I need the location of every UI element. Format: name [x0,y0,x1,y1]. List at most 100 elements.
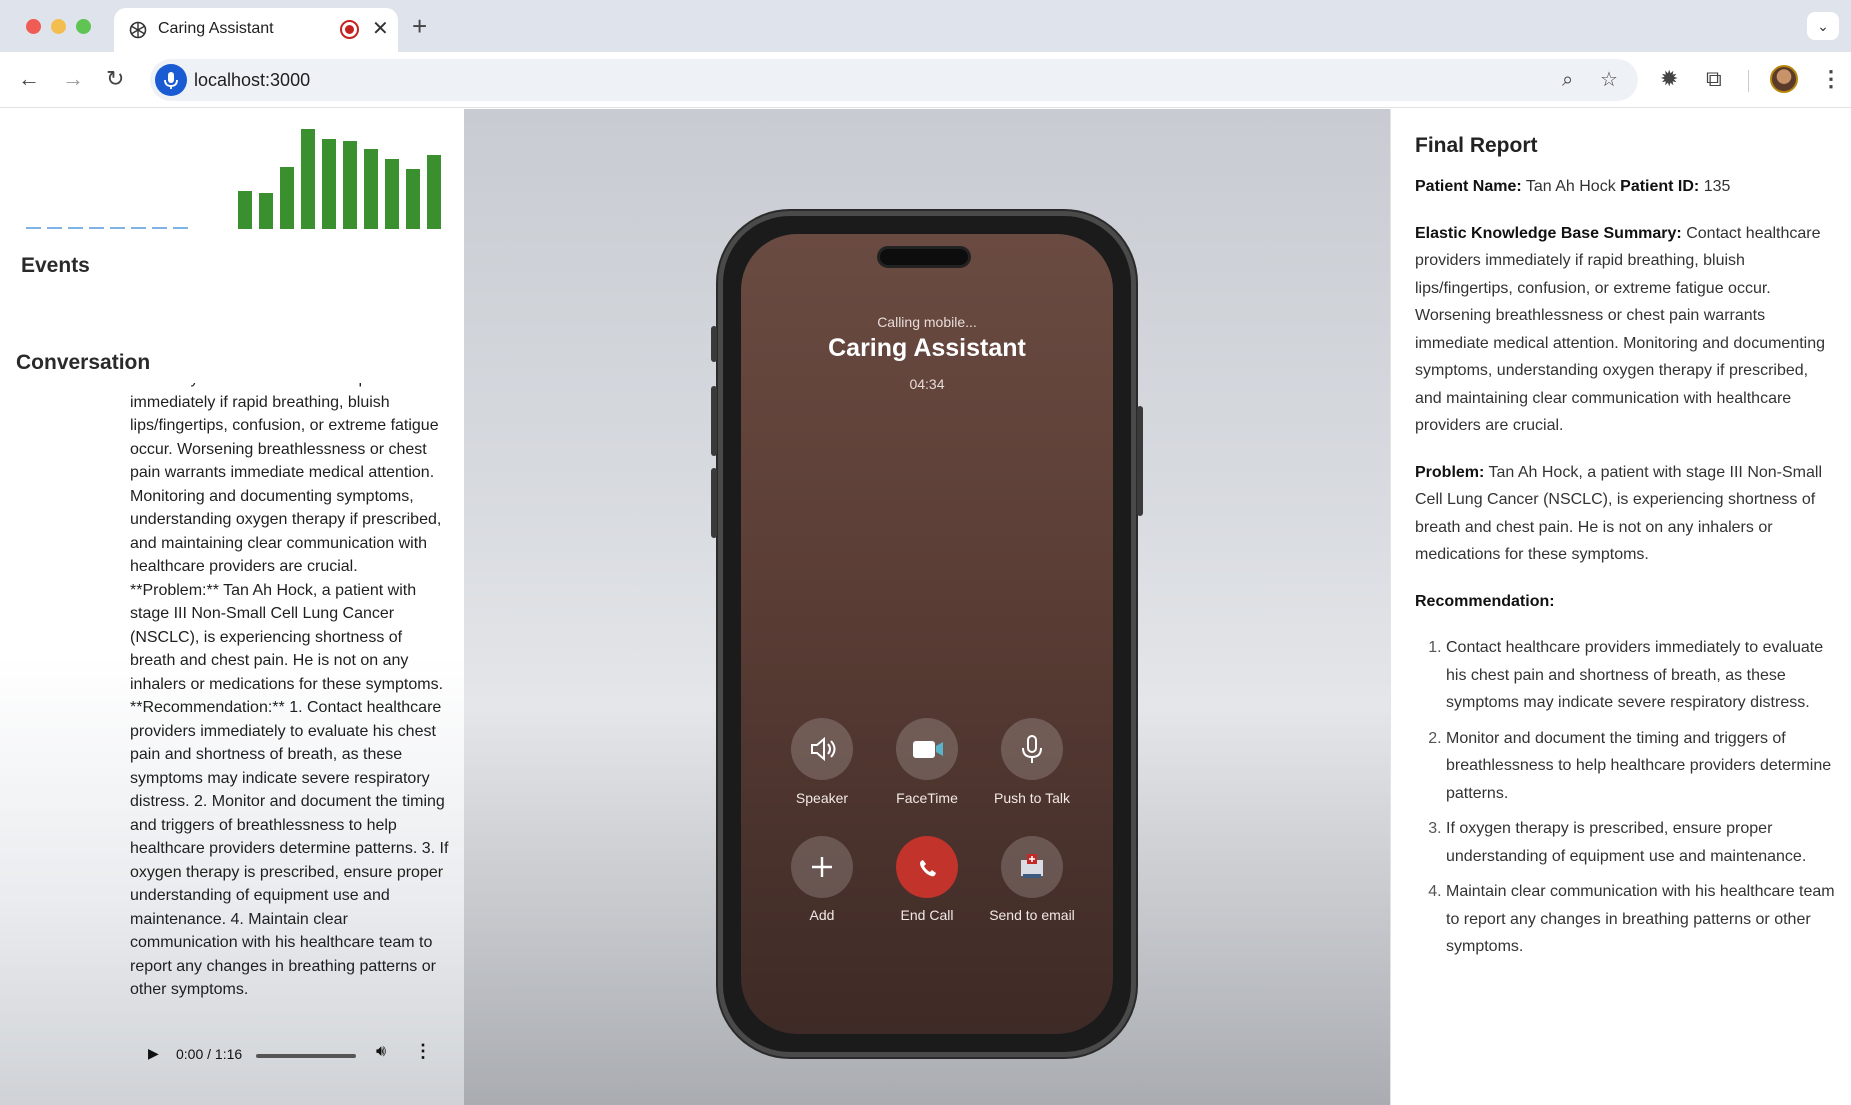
plus-icon [812,857,832,877]
recommendation-list: Contact healthcare providers immediately… [1415,634,1839,961]
phone-side-button [711,326,717,362]
toolbar-divider [1748,70,1749,92]
patient-id-label: Patient ID: [1620,178,1700,195]
recommendation-item: Contact healthcare providers immediately… [1446,634,1839,717]
visualizer-level-bar [343,141,357,229]
summary-section: Elastic Knowledge Base Summary: Contact … [1415,220,1839,440]
close-tab-icon[interactable]: ✕ [372,17,389,41]
visualizer-level-bar [322,139,336,229]
visualizer-idle-bar [89,227,104,229]
recommendation-section: Recommendation: [1415,588,1839,616]
phone-side-button [1137,406,1143,516]
site-info-button[interactable] [155,64,187,96]
tab-search-button[interactable]: ⌄ [1807,12,1839,40]
recommendation-item: Maintain clear communication with his he… [1446,878,1839,961]
facetime-label: FaceTime [896,790,958,806]
report-title: Final Report [1415,134,1538,157]
visualizer-idle-bar [110,227,125,229]
close-window-button[interactable] [26,19,41,34]
add-call-button[interactable] [791,836,853,898]
phone-side-button [711,386,717,456]
patient-id: 135 [1703,178,1731,195]
add-label: Add [809,907,835,923]
conversation-message: Summary:** Contact healthcare providers … [130,383,449,998]
caller-name: Caring Assistant [828,334,1026,362]
end-call-icon [920,860,936,877]
extension-gear-icon[interactable]: ✹ [1660,66,1678,92]
facetime-icon [913,741,943,758]
visualizer-idle-bar [26,227,41,229]
send-to-email-button[interactable] [1001,836,1063,898]
phone-side-button [711,468,717,538]
menu-dots-icon[interactable]: ⋮ [1820,66,1842,92]
final-report: Final Report Patient Name: Tan Ah Hock P… [1415,133,1839,969]
visualizer-level-bar [280,167,294,229]
forward-arrow-icon[interactable]: → [62,66,84,92]
push-to-talk-label: Push to Talk [993,790,1070,806]
patient-name: Tan Ah Hock [1525,178,1616,195]
visualizer-level-bar [364,149,378,229]
visualizer-level-bar [238,191,252,229]
recommendation-item: Monitor and document the timing and trig… [1446,725,1839,808]
speaker-label: Speaker [795,790,849,806]
recommendation-item: If oxygen therapy is prescribed, ensure … [1446,815,1839,870]
visualizer-level-bar [406,169,420,229]
conversation-log[interactable]: Summary:** Contact healthcare providers … [130,383,450,1023]
more-options-icon[interactable]: ⋮ [414,1041,432,1062]
summary-label: Elastic Knowledge Base Summary: [1415,224,1682,242]
back-arrow-icon[interactable]: ← [18,66,40,92]
problem-section: Problem: Tan Ah Hock, a patient with sta… [1415,459,1839,569]
visualizer-idle-bar [131,227,146,229]
send-to-email-label: Send to email [989,907,1075,923]
phone-screen: Calling mobile... Caring Assistant 04:34… [741,234,1113,1034]
audio-time: 0:00 / 1:16 [176,1046,243,1062]
dynamic-island [877,246,971,268]
audio-visualizer [26,129,441,229]
microphone-icon [164,72,178,89]
new-tab-button[interactable]: + [412,12,427,40]
play-icon[interactable]: ▶ [148,1045,159,1062]
visualizer-idle-bar [68,227,83,229]
minimize-window-button[interactable] [51,19,66,34]
browser-toolbar: ← → ↻ localhost:3000 ⌕ ☆ ✹ ⧉ ⋮ [0,52,1851,108]
openai-logo-icon [129,21,147,39]
address-bar[interactable]: localhost:3000 ⌕ ☆ [150,59,1638,101]
push-to-talk-button[interactable] [1001,718,1063,780]
audio-player: ▶ 0:00 / 1:16 🔊︎ ⋮ [130,1027,440,1083]
left-panel: Events Conversation Summary:** Contact h… [0,109,464,1105]
maximize-window-button[interactable] [76,19,91,34]
profile-avatar[interactable] [1770,65,1798,93]
email-icon [1021,854,1043,878]
visualizer-level-bar [259,193,273,229]
phone-frame: Calling mobile... Caring Assistant 04:34… [711,211,1143,1057]
bookmark-star-icon[interactable]: ☆ [1600,69,1618,91]
call-status: Calling mobile... [877,314,977,330]
visualizer-level-bar [427,155,441,229]
audio-progress-slider[interactable] [256,1054,356,1058]
microphone-icon [1022,735,1042,763]
events-heading: Events [21,254,90,277]
browser-tab[interactable]: Caring Assistant ✕ [114,8,398,52]
speaker-button[interactable] [791,718,853,780]
visualizer-idle-bar [173,227,188,229]
visualizer-idle-bar [152,227,167,229]
call-stage: Calling mobile... Caring Assistant 04:34… [464,109,1390,1105]
recommendation-label: Recommendation: [1415,592,1555,610]
patient-name-label: Patient Name: [1415,178,1522,195]
end-call-label: End Call [900,907,954,923]
visualizer-level-bar [301,129,315,229]
extensions-puzzle-icon[interactable]: ⧉ [1706,66,1722,92]
facetime-button[interactable] [896,718,958,780]
reload-icon[interactable]: ↻ [106,66,124,92]
tab-strip: Caring Assistant ✕ + ⌄ [0,0,1851,52]
end-call-button[interactable] [896,836,958,898]
problem-label: Problem: [1415,463,1485,481]
tab-title: Caring Assistant [158,20,274,37]
conversation-heading: Conversation [16,351,151,374]
zoom-icon[interactable]: ⌕ [1562,69,1573,91]
patient-info: Patient Name: Tan Ah Hock Patient ID: 13… [1415,173,1839,201]
volume-icon[interactable]: 🔊︎ [376,1043,386,1061]
recording-icon [340,20,359,39]
speaker-icon [811,736,836,762]
visualizer-idle-bar [47,227,62,229]
